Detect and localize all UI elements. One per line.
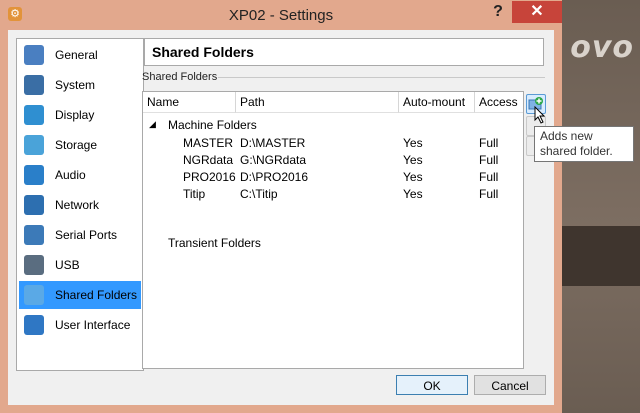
sidebar-item-label: USB (55, 258, 80, 272)
sidebar-item-audio[interactable]: Audio (19, 161, 141, 189)
column-header-path[interactable]: Path (236, 92, 399, 113)
sidebar-item-user-interface[interactable]: User Interface (19, 311, 141, 339)
chip-icon (24, 75, 44, 95)
title-bar: ⚙ XP02 - Settings ? ✕ (0, 0, 562, 30)
sidebar-item-storage[interactable]: Storage (19, 131, 141, 159)
usb-icon (24, 255, 44, 275)
collapse-arrow-icon[interactable]: ◢ (149, 119, 156, 130)
table-row[interactable]: MASTER D:\MASTER Yes Full (143, 134, 523, 151)
group-divider (218, 77, 545, 78)
folder-icon (24, 285, 44, 305)
sidebar-item-shared-folders[interactable]: Shared Folders (19, 281, 141, 309)
settings-category-list: General System Display Storage Audio Network S… (16, 38, 144, 371)
sidebar-item-label: Serial Ports (55, 228, 118, 242)
help-button[interactable]: ? (487, 1, 509, 23)
table-row[interactable]: Titip C:\Titip Yes Full (143, 185, 523, 202)
group-title: Transient Folders (168, 236, 261, 250)
cell-access: Full (479, 153, 499, 167)
dialog-body: General System Display Storage Audio Network S… (8, 30, 554, 405)
page-title: Shared Folders (152, 44, 254, 60)
sidebar-item-general[interactable]: General (19, 41, 141, 69)
sidebar-item-label: Storage (55, 138, 98, 152)
desktop-band (562, 226, 640, 286)
cell-name: MASTER (183, 136, 234, 150)
sidebar-item-label: System (55, 78, 96, 92)
column-header-auto-mount[interactable]: Auto-mount (399, 92, 475, 113)
general-icon (24, 45, 44, 65)
ui-icon (24, 315, 44, 335)
sidebar-item-label: User Interface (55, 318, 131, 332)
speaker-icon (24, 165, 44, 185)
cell-name: PRO2016 (183, 170, 236, 184)
disk-icon (24, 135, 44, 155)
sidebar-item-label: Display (55, 108, 95, 122)
tree-group-machine-folders[interactable]: ◢ Machine Folders (143, 116, 523, 133)
group-label: Shared Folders (142, 71, 218, 83)
cell-path: C:\Titip (240, 187, 278, 201)
desktop-logo-text: ovo (570, 30, 634, 65)
sidebar-item-serial-ports[interactable]: Serial Ports (19, 221, 141, 249)
window-title: XP02 - Settings (228, 7, 334, 24)
ok-button[interactable]: OK (396, 375, 468, 395)
cell-access: Full (479, 136, 499, 150)
cell-path: D:\PRO2016 (240, 170, 309, 184)
cell-auto: Yes (403, 170, 423, 184)
sidebar-item-label: Network (55, 198, 100, 212)
sidebar-item-label: Audio (55, 168, 86, 182)
column-header-access[interactable]: Access (475, 92, 523, 113)
cell-name: NGRdata (183, 153, 234, 167)
cancel-button[interactable]: Cancel (474, 375, 546, 395)
cell-path: D:\MASTER (240, 136, 306, 150)
mouse-pointer-icon (534, 106, 546, 124)
tree-group-transient-folders[interactable]: Transient Folders (143, 234, 523, 251)
shared-folders-tree[interactable]: Name Path Auto-mount Access ◢ Machine Fo… (142, 91, 524, 369)
page-header: Shared Folders (144, 38, 544, 66)
add-folder-tooltip: Adds new shared folder. (534, 126, 634, 162)
table-row[interactable]: PRO2016 D:\PRO2016 Yes Full (143, 168, 523, 185)
cell-auto: Yes (403, 136, 423, 150)
sidebar-item-label: General (55, 48, 98, 62)
network-icon (24, 195, 44, 215)
sidebar-item-display[interactable]: Display (19, 101, 141, 129)
cell-auto: Yes (403, 187, 423, 201)
monitor-icon (24, 105, 44, 125)
column-header-name[interactable]: Name (143, 92, 236, 113)
settings-window: ⚙ XP02 - Settings ? ✕ General System Displ… (0, 0, 562, 413)
serial-port-icon (24, 225, 44, 245)
cell-auto: Yes (403, 153, 423, 167)
group-title: Machine Folders (168, 118, 257, 132)
sidebar-item-network[interactable]: Network (19, 191, 141, 219)
table-row[interactable]: NGRdata G:\NGRdata Yes Full (143, 151, 523, 168)
sidebar-item-system[interactable]: System (19, 71, 141, 99)
desktop-background: ovo (562, 0, 640, 413)
sidebar-item-label: Shared Folders (55, 288, 138, 302)
cell-name: Titip (183, 187, 206, 201)
cell-path: G:\NGRdata (240, 153, 307, 167)
cell-access: Full (479, 187, 499, 201)
sidebar-item-usb[interactable]: USB (19, 251, 141, 279)
cell-access: Full (479, 170, 499, 184)
close-button[interactable]: ✕ (512, 1, 562, 23)
